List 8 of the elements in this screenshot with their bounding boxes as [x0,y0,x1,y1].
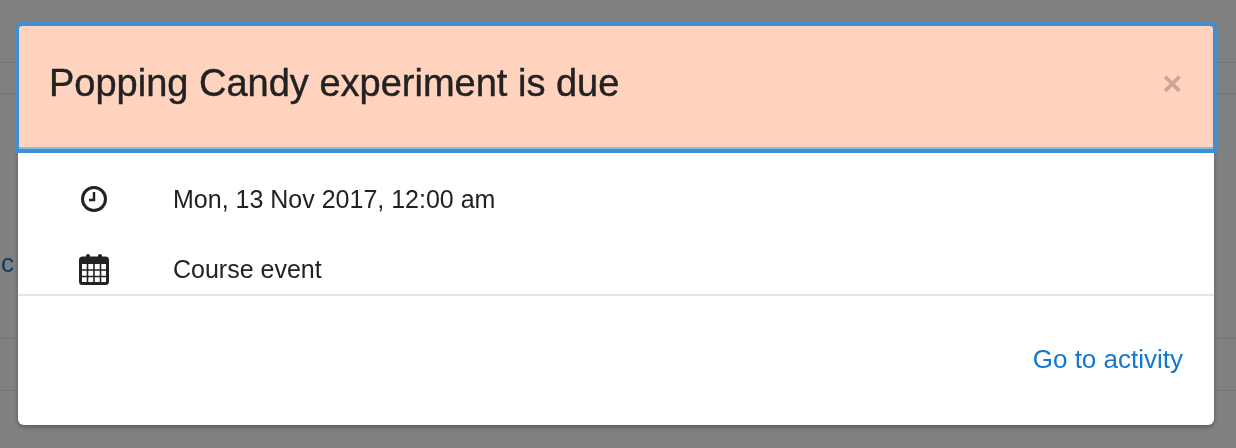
detail-text: Course event [173,254,322,284]
link-text[interactable]: c [1,248,14,279]
clock-icon [80,185,108,213]
activity-link[interactable]: Go to activity [1032,344,1183,375]
modal-title: Popping Candy experiment is due [49,61,620,105]
close-button[interactable]: × [1158,63,1186,103]
calendar-icon [79,253,109,285]
detail-text: Mon, 13 Nov 2017, 12:00 am [173,184,496,214]
